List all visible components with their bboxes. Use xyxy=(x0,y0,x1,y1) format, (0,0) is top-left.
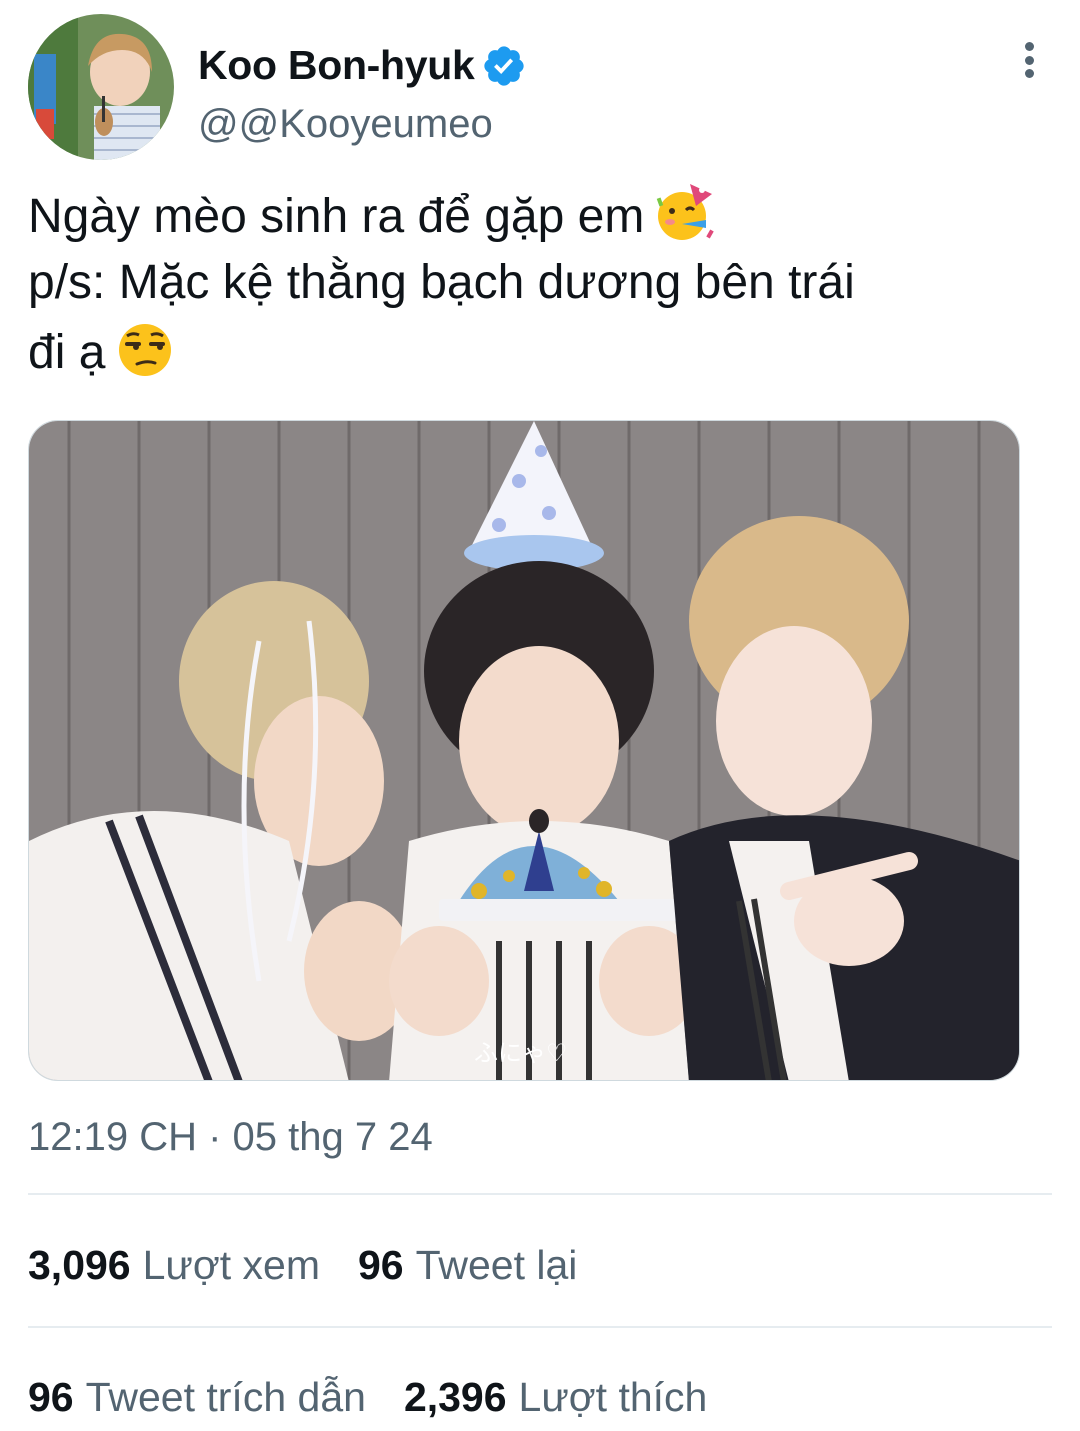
more-options-icon[interactable] xyxy=(1014,40,1044,80)
tweet-text-line-2: p/s: Mặc kệ thằng bạch dương bên trái xyxy=(28,256,855,309)
photo-signature: ふにゃ♡ xyxy=(474,1039,568,1067)
tweet-media-photo[interactable]: ふにゃ♡ xyxy=(28,420,1020,1081)
divider xyxy=(28,1193,1052,1195)
photo-image: ふにゃ♡ xyxy=(29,421,1019,1080)
author-display-name[interactable]: Koo Bon-hyuk xyxy=(198,42,475,89)
stats-row-2: 96 Tweet trích dẫn 2,396 Lượt thích xyxy=(28,1374,745,1421)
tweet-text-line-3: đi ạ xyxy=(28,316,1038,386)
tweet-text: Ngày mèo sinh ra để gặp em p/s: Mặc kệ t… xyxy=(28,180,1038,386)
views-count: 3,096 xyxy=(28,1242,131,1288)
likes-count: 2,396 xyxy=(403,1374,507,1420)
author-handle[interactable]: @@Kooyeumeo xyxy=(198,102,493,147)
tweet-timestamp[interactable]: 12:19 CH · 05 thg 7 24 xyxy=(28,1115,433,1160)
likes-stat[interactable]: 2,396 Lượt thích xyxy=(404,1374,707,1421)
partying-face-icon xyxy=(657,184,715,240)
tweet-text-line-1: Ngày mèo sinh ra để gặp em xyxy=(28,180,1038,250)
verified-badge-icon xyxy=(483,45,524,86)
likes-label: Lượt thích xyxy=(518,1374,708,1420)
views-stat[interactable]: 3,096 Lượt xem xyxy=(28,1242,320,1289)
views-label: Lượt xem xyxy=(142,1242,320,1288)
tweet-header: Koo Bon-hyuk @@Kooyeumeo xyxy=(28,14,1058,160)
author-avatar[interactable] xyxy=(28,14,174,160)
divider xyxy=(28,1326,1052,1328)
quotes-count: 96 xyxy=(28,1374,74,1420)
avatar-image xyxy=(28,14,174,160)
retweets-label: Tweet lại xyxy=(415,1242,578,1288)
quotes-label: Tweet trích dẫn xyxy=(85,1374,366,1420)
retweets-stat[interactable]: 96 Tweet lại xyxy=(358,1242,577,1289)
stats-row-1: 3,096 Lượt xem 96 Tweet lại xyxy=(28,1242,615,1289)
author-name-row[interactable]: Koo Bon-hyuk xyxy=(198,42,527,89)
retweets-count: 96 xyxy=(357,1242,404,1288)
quotes-stat[interactable]: 96 Tweet trích dẫn xyxy=(28,1374,366,1421)
unamused-face-icon xyxy=(119,324,172,376)
